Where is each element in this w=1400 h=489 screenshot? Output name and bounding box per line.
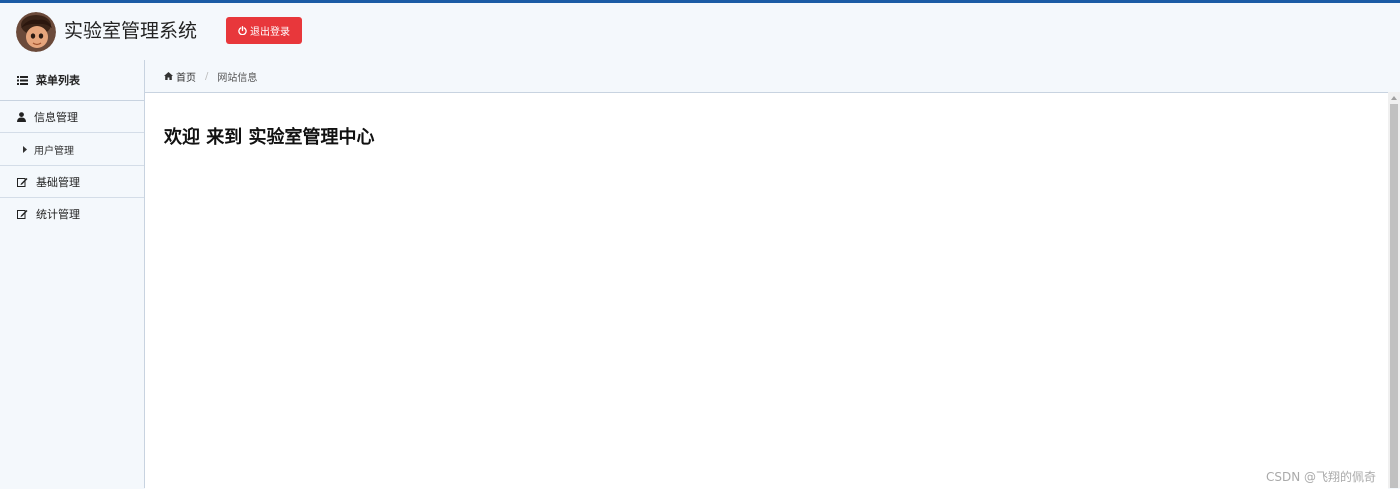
breadcrumb-current: 网站信息 (217, 72, 258, 84)
caret-right-icon (23, 145, 27, 153)
watermark: CSDN @飞翔的佩奇 (1265, 470, 1376, 484)
header: 实验室管理系统 退出登录 (0, 3, 1400, 60)
sidebar-subitem-user-management[interactable]: 用户管理 (0, 133, 144, 166)
edit-icon (17, 177, 28, 187)
sidebar: 菜单列表 信息管理 用户管理 基础管理 统计管理 (0, 60, 145, 488)
list-icon (17, 75, 28, 85)
main-content: 欢迎 来到 实验室管理中心 CSDN @飞翔的佩奇 (145, 92, 1388, 489)
breadcrumb-home-label: 首页 (176, 72, 196, 84)
sidebar-item-info-management[interactable]: 信息管理 (0, 101, 144, 133)
breadcrumb: 首页 / 网站信息 (164, 69, 258, 84)
app-title: 实验室管理系统 (64, 20, 198, 42)
welcome-heading: 欢迎 来到 实验室管理中心 (164, 127, 375, 148)
breadcrumb-home[interactable]: 首页 (164, 69, 196, 84)
logout-button[interactable]: 退出登录 (226, 17, 302, 44)
scroll-up-arrow-icon[interactable] (1391, 96, 1397, 100)
sidebar-heading-label: 菜单列表 (36, 74, 80, 87)
sidebar-item-label: 基础管理 (36, 175, 80, 189)
sidebar-item-basic-management[interactable]: 基础管理 (0, 166, 144, 198)
home-icon (164, 72, 173, 80)
user-icon (17, 111, 26, 122)
power-icon (238, 26, 247, 35)
breadcrumb-separator: / (205, 70, 209, 82)
avatar[interactable] (16, 12, 56, 52)
sidebar-heading: 菜单列表 (0, 60, 144, 101)
edit-icon (17, 209, 28, 219)
scroll-thumb[interactable] (1390, 104, 1398, 488)
logout-label: 退出登录 (250, 27, 290, 38)
sidebar-item-label: 统计管理 (36, 207, 80, 221)
vertical-scrollbar[interactable] (1388, 92, 1400, 488)
sidebar-item-label: 信息管理 (34, 110, 78, 124)
sidebar-subitem-label: 用户管理 (34, 145, 74, 157)
sidebar-item-statistics-management[interactable]: 统计管理 (0, 198, 144, 229)
